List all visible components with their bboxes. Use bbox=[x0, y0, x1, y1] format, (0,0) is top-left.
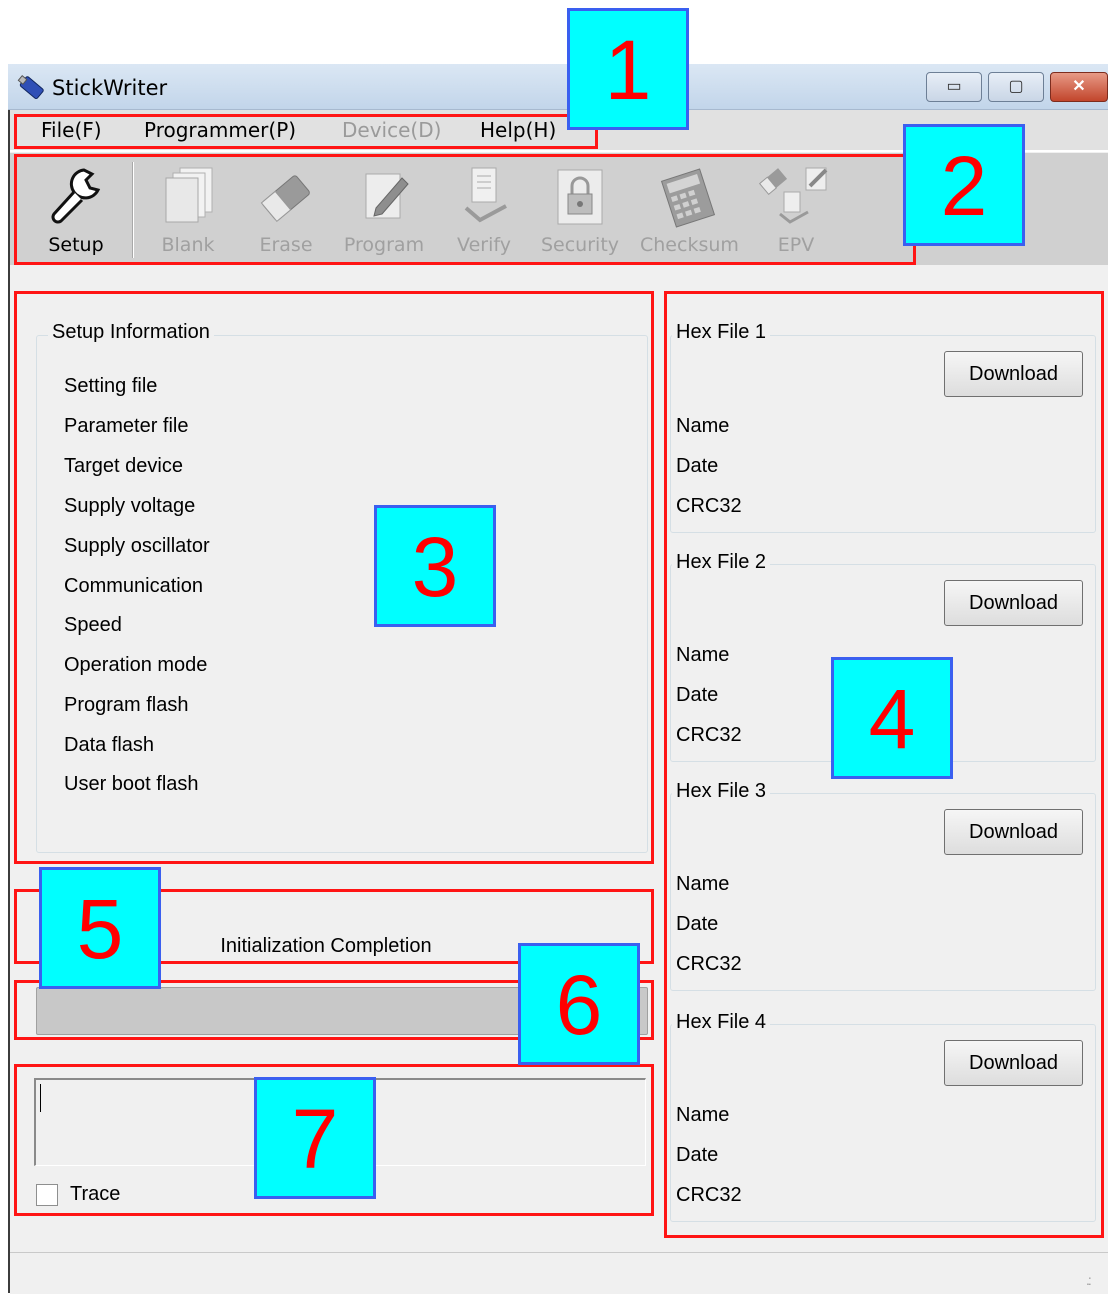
maximize-button[interactable]: ▢ bbox=[988, 72, 1044, 102]
callout-1: 1 bbox=[567, 8, 689, 130]
maximize-icon: ▢ bbox=[1008, 78, 1024, 95]
minimize-icon: ▭ bbox=[946, 78, 962, 95]
status-bar bbox=[10, 1252, 1108, 1294]
close-button[interactable]: ✕ bbox=[1050, 72, 1108, 102]
callout-6: 6 bbox=[518, 943, 640, 1065]
annotation-box-setup bbox=[14, 291, 654, 864]
annotation-box-toolbar bbox=[14, 154, 916, 265]
callout-3: 3 bbox=[374, 505, 496, 627]
app-icon bbox=[17, 74, 44, 99]
resize-grip-icon[interactable]: .: bbox=[1086, 1272, 1092, 1288]
callout-7: 7 bbox=[254, 1077, 376, 1199]
callout-2: 2 bbox=[903, 124, 1025, 246]
annotation-box-menu bbox=[14, 114, 598, 149]
close-icon: ✕ bbox=[1072, 78, 1086, 95]
window-title: StickWriter bbox=[52, 76, 168, 100]
minimize-button[interactable]: ▭ bbox=[926, 72, 982, 102]
callout-5: 5 bbox=[39, 867, 161, 989]
callout-4: 4 bbox=[831, 657, 953, 779]
